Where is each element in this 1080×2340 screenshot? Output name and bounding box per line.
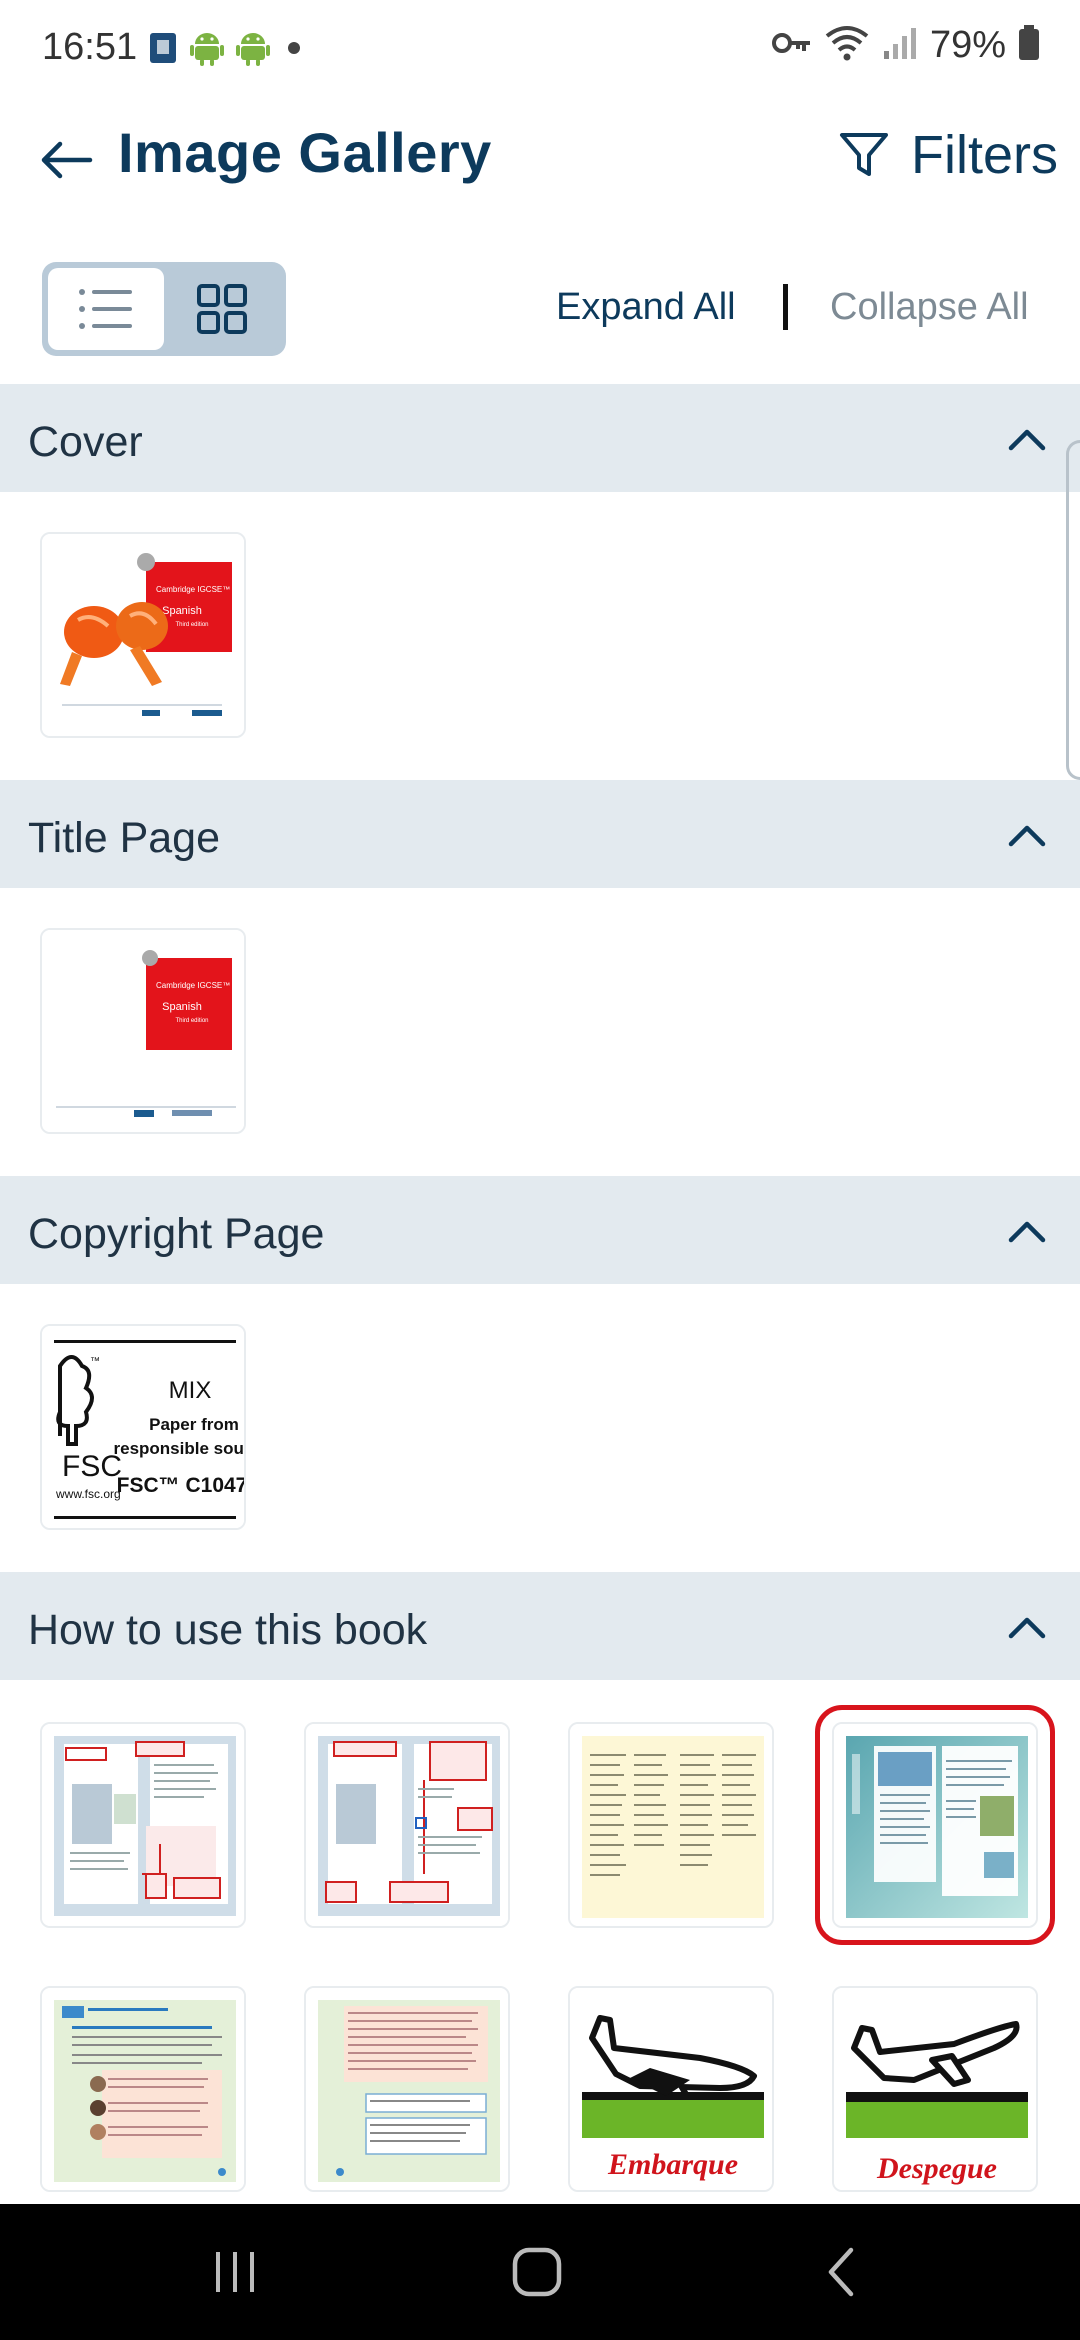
section-header-title-page[interactable]: Title Page [0, 780, 1080, 888]
page-spread-image [42, 1988, 244, 2190]
airplane-takeoff-image: Despegue [834, 1988, 1036, 2190]
fsc-tm: ™ [90, 1356, 100, 1367]
gallery-thumbnail-how-to-4-selected[interactable] [815, 1705, 1055, 1945]
page-title: Image Gallery [118, 121, 492, 184]
filters-button[interactable]: Filters [839, 124, 1058, 186]
collapse-all-button[interactable]: Collapse All [830, 286, 1029, 329]
grid-view-button[interactable] [164, 268, 280, 350]
gallery-thumbnail-copyright[interactable]: ™ FSC www.fsc.org MIX Paper from respons… [40, 1324, 246, 1530]
back-nav-button[interactable] [806, 2242, 876, 2302]
gallery-thumbnail-how-to-2[interactable] [304, 1722, 510, 1928]
battery-icon [1018, 25, 1040, 66]
toolbar-divider [783, 284, 788, 330]
list-icon [79, 289, 132, 329]
gallery-thumbnail-how-to-1[interactable] [40, 1722, 246, 1928]
fsc-url: www.fsc.org [55, 1487, 121, 1501]
gallery-thumbnail-how-to-6[interactable] [304, 1986, 510, 2192]
title-edition: Third edition [175, 1018, 208, 1024]
signal-icon [882, 25, 918, 66]
arrow-left-icon [41, 141, 93, 179]
section-title: Copyright Page [28, 1210, 325, 1258]
airplane-takeoff-image: Embarque [570, 1988, 772, 2190]
gallery-thumbnail-despegue[interactable]: Despegue [832, 1986, 1038, 2192]
gallery-thumbnail-how-to-5[interactable] [40, 1986, 246, 2192]
notification-icon [148, 31, 178, 70]
dot-icon [282, 36, 306, 65]
status-notification-icons [148, 30, 306, 71]
home-icon [512, 2247, 562, 2297]
section-title: How to use this book [28, 1606, 428, 1654]
gallery-thumbnail-embarque[interactable]: Embarque [568, 1986, 774, 2192]
battery-level: 79% [929, 24, 1006, 66]
recent-apps-icon [216, 2252, 254, 2292]
fsc-logo-image: ™ FSC www.fsc.org MIX Paper from respons… [42, 1326, 246, 1528]
wifi-icon [824, 24, 870, 67]
page-spread-image [306, 1988, 508, 2190]
cover-edition: Third edition [175, 622, 208, 628]
despegue-label: Despegue [876, 2152, 997, 2185]
section-header-copyright-page[interactable]: Copyright Page [0, 1176, 1080, 1284]
chevron-up-icon[interactable] [1002, 1602, 1052, 1652]
cover-brand: Cambridge IGCSE™ [156, 585, 230, 594]
status-time: 16:51 [42, 26, 138, 68]
title-subject: Spanish [162, 1001, 202, 1013]
gallery-thumbnail-title-page[interactable]: Cambridge IGCSE™ Spanish Third edition [40, 928, 246, 1134]
page-spread-image [306, 1724, 508, 1926]
fsc-line1: Paper from [149, 1415, 239, 1434]
page-spread-image [834, 1724, 1036, 1926]
status-bar: 16:51 79% [0, 0, 1080, 100]
section-header-how-to-use[interactable]: How to use this book [0, 1572, 1080, 1680]
gallery-thumbnail-cover[interactable]: Cambridge IGCSE™ Spanish Third edition [40, 532, 246, 738]
view-mode-toggle [42, 262, 286, 356]
grid-icon [197, 284, 247, 334]
expand-all-button[interactable]: Expand All [556, 286, 736, 329]
fsc-mix: MIX [169, 1377, 212, 1404]
chevron-left-icon [828, 2247, 854, 2297]
home-button[interactable] [502, 2242, 572, 2302]
chevron-up-icon[interactable] [1002, 414, 1052, 464]
android-icon [190, 30, 224, 71]
embarque-label: Embarque [607, 2148, 738, 2181]
system-nav-bar [0, 2204, 1080, 2340]
title-brand: Cambridge IGCSE™ [156, 981, 230, 990]
list-view-button[interactable] [48, 268, 164, 350]
status-system-icons: 79% [771, 24, 1040, 67]
fsc-code: FSC™ C1047 [117, 1474, 246, 1497]
android-icon [236, 30, 270, 71]
back-button[interactable] [36, 130, 96, 190]
app-header: Image Gallery Filters [0, 100, 1080, 220]
chevron-up-icon[interactable] [1002, 810, 1052, 860]
section-header-cover[interactable]: Cover [0, 384, 1080, 492]
filters-label: Filters [911, 125, 1058, 185]
side-panel-handle[interactable] [1066, 440, 1080, 780]
recent-apps-button[interactable] [200, 2242, 270, 2302]
chevron-up-icon[interactable] [1002, 1206, 1052, 1256]
page-spread-image [570, 1724, 772, 1926]
gallery-thumbnail-how-to-3[interactable] [568, 1722, 774, 1928]
cover-subject: Spanish [162, 605, 202, 617]
section-title: Title Page [28, 814, 221, 862]
gallery-toolbar: Expand All Collapse All [0, 250, 1080, 370]
cover-image: Cambridge IGCSE™ Spanish Third edition [42, 534, 244, 736]
fsc-line2: responsible sour [114, 1439, 246, 1458]
title-page-image: Cambridge IGCSE™ Spanish Third edition [42, 930, 244, 1132]
section-title: Cover [28, 418, 143, 466]
vpn-key-icon [771, 28, 812, 63]
funnel-icon [840, 133, 888, 176]
page-spread-image [42, 1724, 244, 1926]
